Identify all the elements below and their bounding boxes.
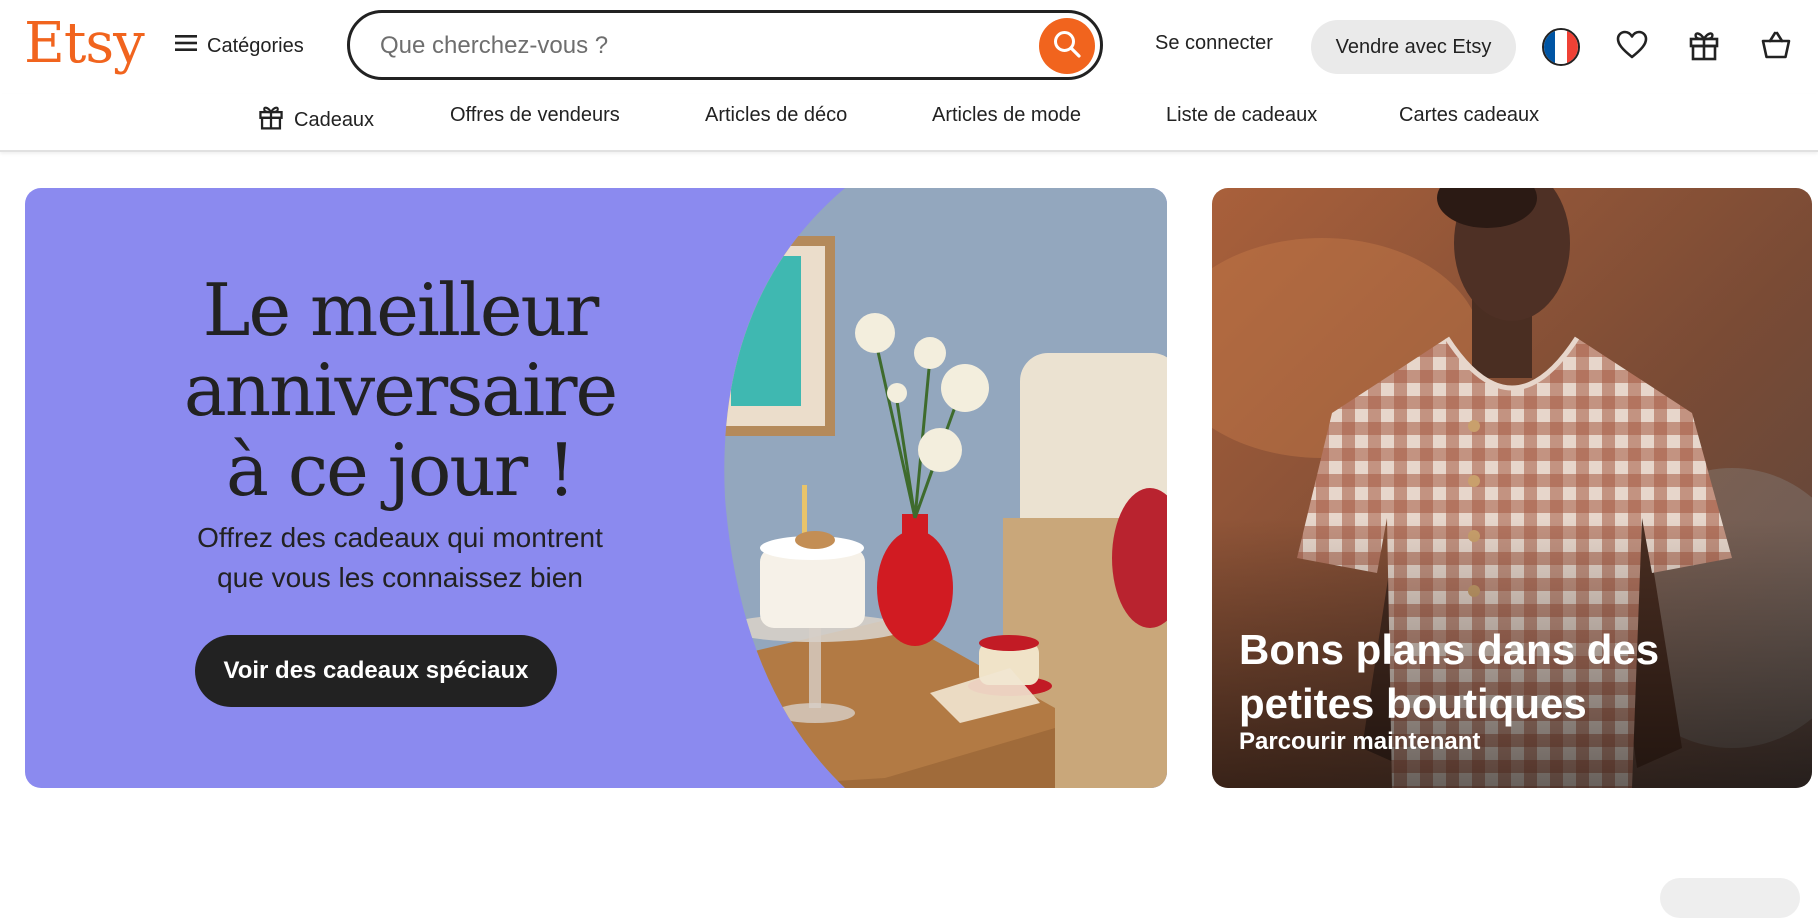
browse-now-link[interactable]: Parcourir maintenant	[1239, 728, 1480, 756]
nav-item-label: Cadeaux	[294, 108, 375, 131]
cart-icon	[1760, 30, 1792, 65]
etsy-logo[interactable]: Etsy	[24, 8, 145, 80]
sell-on-etsy-button[interactable]: Vendre avec Etsy	[1311, 20, 1516, 74]
birthday-hero-banner[interactable]: Le meilleur anniversaire à ce jour ! Off…	[25, 188, 1167, 788]
categories-label: Catégories	[207, 34, 304, 57]
gift-icon	[1688, 29, 1720, 66]
favorites-button[interactable]	[1613, 28, 1651, 66]
nav-item-liste-cadeaux[interactable]: Liste de cadeaux	[1166, 104, 1317, 127]
hero-title: Le meilleur anniversaire à ce jour !	[183, 268, 618, 512]
hero-cta-button[interactable]: Voir des cadeaux spéciaux	[195, 635, 557, 707]
promo-title: Bons plans dans des petites boutiques	[1239, 626, 1660, 727]
france-flag-icon[interactable]	[1542, 28, 1580, 66]
cart-button[interactable]	[1757, 28, 1795, 66]
search-bar	[347, 10, 1103, 80]
small-shops-promo-card[interactable]: Bons plans dans des petites boutiques Pa…	[1212, 188, 1812, 788]
nav-item-articles-mode[interactable]: Articles de mode	[932, 104, 1081, 127]
hero-subtitle: Offrez des cadeaux qui montrent que vous…	[197, 522, 603, 593]
sign-in-link[interactable]: Se connecter	[1155, 32, 1273, 55]
nav-item-offres-vendeurs[interactable]: Offres de vendeurs	[450, 104, 620, 127]
search-input[interactable]	[378, 25, 1022, 67]
nav-item-cadeaux[interactable]: Cadeaux	[258, 104, 374, 136]
partial-pill-button[interactable]	[1660, 878, 1800, 918]
gift-icon	[258, 104, 284, 136]
gifts-button[interactable]	[1685, 28, 1723, 66]
categories-button[interactable]: Catégories	[175, 28, 304, 64]
category-nav: Cadeaux Offres de vendeurs Articles de d…	[0, 94, 1818, 152]
nav-item-cartes-cadeaux[interactable]: Cartes cadeaux	[1399, 104, 1539, 127]
search-icon	[1052, 29, 1082, 64]
menu-icon	[175, 34, 197, 58]
heart-icon	[1616, 30, 1648, 65]
search-button[interactable]	[1039, 18, 1095, 74]
nav-item-articles-deco[interactable]: Articles de déco	[705, 104, 847, 127]
